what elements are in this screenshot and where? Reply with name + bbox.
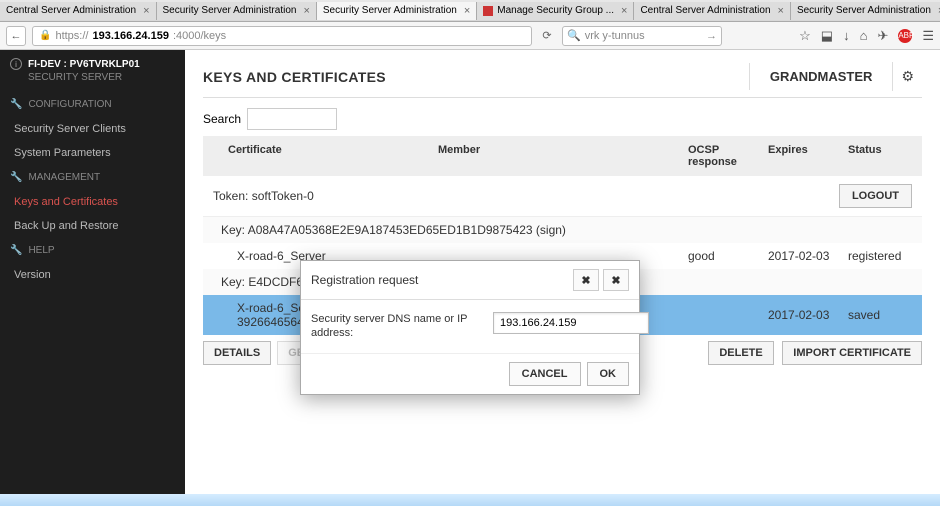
key-prefix: Key:: [221, 275, 248, 289]
url-input[interactable]: 🔒 https:// 193.166.24.159 :4000/keys: [32, 26, 532, 46]
browser-tab[interactable]: Central Server Administration ×: [634, 2, 791, 20]
sidebar-item-keys[interactable]: Keys and Certificates: [0, 190, 185, 214]
go-icon[interactable]: →: [706, 30, 717, 42]
url-host: 193.166.24.159: [92, 30, 168, 42]
page-title: KEYS AND CERTIFICATES: [203, 69, 386, 85]
page-header: KEYS AND CERTIFICATES GRANDMASTER ⚙: [203, 62, 922, 98]
expires-cell: 2017-02-03: [768, 249, 848, 263]
modal-collapse-icon[interactable]: ✖: [573, 269, 599, 291]
key-prefix: Key:: [221, 223, 248, 237]
pocket-icon[interactable]: ⬓: [821, 28, 833, 44]
tab-label: Central Server Administration: [6, 5, 136, 16]
reload-button[interactable]: ⟳: [538, 27, 556, 45]
send-icon[interactable]: ✈: [877, 28, 888, 44]
status-cell: registered: [848, 249, 912, 263]
ocsp-cell: good: [688, 249, 768, 263]
lock-icon: 🔒: [39, 30, 51, 41]
wrench-icon: 🔧: [10, 245, 22, 256]
modal-header: Registration request ✖ ✖: [301, 261, 639, 300]
home-icon[interactable]: ⌂: [860, 28, 868, 43]
section-label: MANAGEMENT: [28, 172, 100, 183]
sidebar-section-config: 🔧 CONFIGURATION: [0, 92, 185, 117]
sidebar-section-mgmt: 🔧 MANAGEMENT: [0, 165, 185, 190]
sidebar-section-help: 🔧 HELP: [0, 238, 185, 263]
col-member: Member: [438, 144, 688, 168]
status-cell: saved: [848, 308, 912, 322]
close-icon[interactable]: ×: [303, 5, 309, 17]
expires-cell: 2017-02-03: [768, 308, 848, 322]
downloads-icon[interactable]: ↓: [843, 28, 850, 43]
tab-label: Central Server Administration: [640, 5, 770, 16]
menu-icon[interactable]: ☰: [922, 28, 934, 44]
dns-input[interactable]: [493, 312, 649, 334]
table-header: Certificate Member OCSP response Expires…: [203, 136, 922, 176]
search-row: Search: [203, 108, 922, 130]
wrench-icon: 🔧: [10, 172, 22, 183]
cancel-button[interactable]: CANCEL: [509, 362, 581, 386]
registration-modal: Registration request ✖ ✖ Security server…: [300, 260, 640, 395]
col-certificate: Certificate: [213, 144, 438, 168]
back-button[interactable]: ←: [6, 26, 26, 46]
sidebar-item-clients[interactable]: Security Server Clients: [0, 117, 185, 141]
logout-button[interactable]: LOGOUT: [839, 184, 912, 208]
close-icon[interactable]: ×: [464, 5, 470, 17]
browser-tab[interactable]: Central Server Administration ×: [0, 2, 157, 20]
token-name: softToken-0: [252, 189, 314, 203]
tab-label: Manage Security Group ...: [497, 5, 614, 16]
col-status: Status: [848, 144, 912, 168]
details-button[interactable]: DETAILS: [203, 341, 271, 365]
close-icon[interactable]: ×: [621, 5, 627, 17]
token-row[interactable]: Token: softToken-0 LOGOUT: [203, 176, 922, 217]
bookmark-icon[interactable]: ☆: [799, 28, 811, 44]
section-label: CONFIGURATION: [28, 99, 111, 110]
search-icon: 🔍: [567, 29, 581, 42]
search-input[interactable]: [247, 108, 337, 130]
info-icon: i: [10, 58, 22, 70]
env-name: FI-DEV : PV6TVRKLP01: [28, 59, 140, 70]
browser-tab[interactable]: Security Server Administration×: [791, 2, 940, 20]
modal-close-icon[interactable]: ✖: [603, 269, 629, 291]
sidebar-item-params[interactable]: System Parameters: [0, 141, 185, 165]
search-text: vrk y-tunnus: [585, 30, 645, 42]
favicon-icon: [483, 6, 493, 16]
role-label: SECURITY SERVER: [28, 72, 122, 83]
section-label: HELP: [28, 245, 54, 256]
sidebar-item-backup[interactable]: Back Up and Restore: [0, 214, 185, 238]
browser-search[interactable]: 🔍 vrk y-tunnus →: [562, 26, 722, 46]
sidebar-header: i FI-DEV : PV6TVRKLP01 SECURITY SERVER: [0, 50, 185, 92]
key-value: A08A47A05368E2E9A187453ED65ED1B1D9875423…: [248, 223, 566, 237]
sidebar-item-version[interactable]: Version: [0, 263, 185, 287]
gear-icon[interactable]: ⚙: [892, 62, 922, 91]
close-icon[interactable]: ×: [778, 5, 784, 17]
close-icon[interactable]: ×: [143, 5, 149, 17]
os-taskbar: [0, 494, 940, 506]
delete-button[interactable]: DELETE: [708, 341, 773, 365]
modal-title: Registration request: [311, 273, 418, 287]
wrench-icon: 🔧: [10, 99, 22, 110]
browser-tab-active[interactable]: Security Server Administration ×: [317, 2, 477, 20]
url-toolbar: ← 🔒 https:// 193.166.24.159 :4000/keys ⟳ 🔍…: [0, 22, 940, 50]
url-prefix: https://: [55, 30, 88, 42]
tab-label: Security Server Administration: [163, 5, 297, 16]
tab-label: Security Server Administration: [323, 5, 457, 16]
token-prefix: Token:: [213, 189, 252, 203]
sidebar: i FI-DEV : PV6TVRKLP01 SECURITY SERVER 🔧…: [0, 50, 185, 506]
ok-button[interactable]: OK: [587, 362, 630, 386]
col-ocsp: OCSP response: [688, 144, 768, 168]
key-row[interactable]: Key: A08A47A05368E2E9A187453ED65ED1B1D98…: [203, 217, 922, 243]
browser-tab-strip: Central Server Administration × Security …: [0, 0, 940, 22]
col-expires: Expires: [768, 144, 848, 168]
url-path: :4000/keys: [173, 30, 226, 42]
abp-icon[interactable]: ABP: [898, 29, 912, 43]
browser-tab[interactable]: Manage Security Group ... ×: [477, 2, 634, 20]
search-label: Search: [203, 112, 241, 126]
browser-tab[interactable]: Security Server Administration ×: [157, 2, 317, 20]
modal-body: Security server DNS name or IP address:: [301, 300, 639, 353]
current-user[interactable]: GRANDMASTER: [749, 63, 893, 90]
import-cert-button[interactable]: IMPORT CERTIFICATE: [782, 341, 922, 365]
modal-footer: CANCEL OK: [301, 353, 639, 394]
dns-field-label: Security server DNS name or IP address:: [311, 312, 481, 341]
tab-label: Security Server Administration: [797, 5, 931, 16]
